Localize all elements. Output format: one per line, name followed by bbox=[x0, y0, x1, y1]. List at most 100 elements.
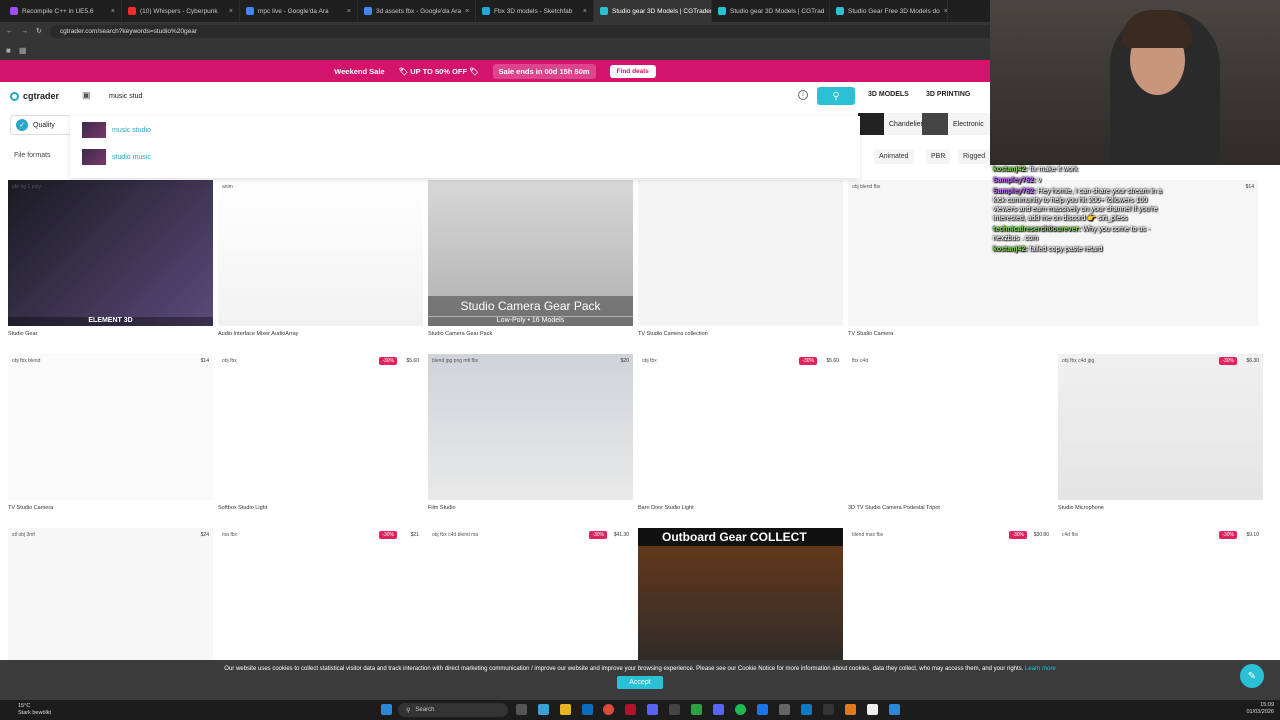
search-input[interactable]: music stud bbox=[80, 86, 825, 106]
category-chip-electronic[interactable]: Electronic bbox=[922, 113, 990, 135]
browser-tab[interactable]: 3d assets fbx - Google'da Ara × bbox=[358, 0, 476, 22]
close-tab-icon[interactable]: × bbox=[583, 8, 587, 15]
product-title[interactable]: 3D TV Studio Camera Podestal Tripot bbox=[848, 505, 1053, 511]
unreal-icon[interactable] bbox=[867, 704, 878, 715]
product-card[interactable]: obj fbx blend $14 TV Studio Camera bbox=[8, 354, 213, 511]
nav-3d-models[interactable]: 3D MODELS bbox=[868, 91, 909, 98]
browser-tab[interactable]: Fbx 3D models - Sketchfab × bbox=[476, 0, 594, 22]
app-icon[interactable] bbox=[691, 704, 702, 715]
tag-rigged[interactable]: Rigged bbox=[958, 149, 990, 164]
app-icon[interactable] bbox=[625, 704, 636, 715]
product-title[interactable]: Studio Camera Gear Pack bbox=[428, 331, 633, 337]
product-thumbnail[interactable]: blend jpg png mtl fbx $20 bbox=[428, 354, 633, 500]
product-thumbnail[interactable]: stl obj 3mf $24 bbox=[8, 528, 213, 674]
discount-badge: -30% bbox=[1219, 531, 1237, 539]
file-explorer-icon[interactable] bbox=[560, 704, 571, 715]
product-thumbnail[interactable]: c4d fbx -30% $9.10 bbox=[1058, 528, 1263, 674]
learn-more-link[interactable]: Learn more bbox=[1025, 666, 1056, 672]
accept-cookies-button[interactable]: Accept bbox=[617, 676, 663, 689]
product-card[interactable]: -30%$35Outboard Gear COLLECT bbox=[638, 528, 843, 679]
close-tab-icon[interactable]: × bbox=[347, 8, 351, 15]
suggestion-item[interactable]: music studio bbox=[82, 122, 151, 138]
search-button[interactable]: ⚲ bbox=[817, 87, 855, 105]
app-icon[interactable] bbox=[779, 704, 790, 715]
category-chip-chandelier[interactable]: Chandelier bbox=[858, 113, 929, 135]
product-card[interactable]: obj fbx c4d blend ma -30% $41.30 bbox=[428, 528, 633, 679]
close-tab-icon[interactable]: × bbox=[944, 8, 947, 15]
browser-tab[interactable]: Studio Gear Free 3D Models do × bbox=[830, 0, 948, 22]
product-thumbnail[interactable] bbox=[638, 180, 843, 326]
product-title[interactable]: TV Studio Camera collection bbox=[638, 331, 843, 337]
close-tab-icon[interactable]: × bbox=[229, 8, 233, 15]
product-card[interactable]: blend max fbx -30% $30.80 bbox=[848, 528, 1053, 679]
app-icon[interactable] bbox=[823, 704, 834, 715]
find-deals-button[interactable]: Find deals bbox=[609, 64, 656, 78]
blender-icon[interactable] bbox=[845, 704, 856, 715]
product-thumbnail[interactable]: Studio Camera Gear Pack Low-Poly • 16 Mod… bbox=[428, 180, 633, 326]
chrome-icon[interactable] bbox=[603, 704, 614, 715]
product-card[interactable]: pbr rig 1 poly ELEMENT 3D Studio Gear bbox=[8, 180, 213, 337]
product-thumbnail[interactable]: anim bbox=[218, 180, 423, 326]
browser-tab[interactable]: (10) Whispers - Cyberpunk × bbox=[122, 0, 240, 22]
app-icon[interactable] bbox=[669, 704, 680, 715]
file-formats-filter[interactable]: File formats bbox=[14, 152, 51, 159]
browser-tab[interactable]: Recompile C++ in UE5.6 × bbox=[4, 0, 122, 22]
close-tab-icon[interactable]: × bbox=[465, 8, 469, 15]
edge-icon[interactable] bbox=[538, 704, 549, 715]
app-icon[interactable] bbox=[889, 704, 900, 715]
product-thumbnail[interactable]: pbr rig 1 poly ELEMENT 3D bbox=[8, 180, 213, 326]
cgtrader-logo[interactable]: cgtrader bbox=[10, 91, 59, 101]
product-title[interactable]: TV Studio Camera bbox=[8, 505, 213, 511]
browser-tab[interactable]: Studio gear 3D Models | CGTrad× bbox=[712, 0, 830, 22]
product-title[interactable]: Softbox Studio Light bbox=[218, 505, 423, 511]
suggestion-item[interactable]: studio music bbox=[82, 149, 151, 165]
forward-icon[interactable]: → bbox=[21, 28, 28, 35]
product-card[interactable]: obj fbx -30% $5.60 Barn Door Studio Light bbox=[638, 354, 843, 511]
weather-widget[interactable]: 15°C Stark bewölkt bbox=[18, 703, 51, 717]
product-thumbnail[interactable]: obj fbx blend $14 bbox=[8, 354, 213, 500]
task-view-icon[interactable] bbox=[516, 704, 527, 715]
app-icon[interactable] bbox=[647, 704, 658, 715]
taskbar-search[interactable]: ⚲ Search bbox=[398, 703, 508, 717]
tag-animated[interactable]: Animated bbox=[874, 149, 914, 164]
reload-icon[interactable]: ↻ bbox=[36, 27, 42, 35]
info-icon[interactable]: i bbox=[798, 90, 808, 100]
product-thumbnail[interactable]: ma fbx -30% $21 bbox=[218, 528, 423, 674]
product-card[interactable]: anim Audio Interface Mixer AudioArray bbox=[218, 180, 423, 337]
product-card[interactable]: stl obj 3mf $24 bbox=[8, 528, 213, 679]
browser-tab[interactable]: Studio gear 3D Models | CGTrader× bbox=[594, 0, 712, 22]
product-thumbnail[interactable]: blend max fbx -30% $30.80 bbox=[848, 528, 1053, 674]
image-search-icon[interactable]: ▣ bbox=[82, 90, 91, 101]
browser-tab[interactable]: mpc live - Google'da Ara × bbox=[240, 0, 358, 22]
product-card[interactable]: TV Studio Camera collection bbox=[638, 180, 843, 337]
discord-icon[interactable] bbox=[713, 704, 724, 715]
quality-filter[interactable]: ✓ Quality bbox=[10, 115, 72, 135]
product-thumbnail[interactable]: obj fbx c4d blend ma -30% $41.30 bbox=[428, 528, 633, 674]
product-title[interactable]: Studio Gear bbox=[8, 331, 213, 337]
spotify-icon[interactable] bbox=[735, 704, 746, 715]
product-thumbnail[interactable]: obj fbx -30% $5.60 bbox=[218, 354, 423, 500]
product-title[interactable]: Audio Interface Mixer AudioArray bbox=[218, 331, 423, 337]
apps-icon[interactable]: ▦ bbox=[19, 46, 27, 55]
support-chat-icon[interactable]: ✎ bbox=[1240, 664, 1264, 688]
start-icon[interactable] bbox=[381, 704, 392, 715]
tag-pbr[interactable]: PBR bbox=[926, 149, 951, 164]
product-card[interactable]: c4d fbx -30% $9.10 bbox=[1058, 528, 1263, 679]
back-icon[interactable]: ← bbox=[6, 28, 13, 35]
product-title[interactable]: Film Studio bbox=[428, 505, 633, 511]
product-title[interactable]: Studio Microphone bbox=[1058, 505, 1263, 511]
product-thumbnail[interactable]: -30%$35Outboard Gear COLLECT bbox=[638, 528, 843, 674]
product-title[interactable]: Barn Door Studio Light bbox=[638, 505, 843, 511]
product-card[interactable]: Studio Camera Gear Pack Low-Poly • 16 Mod… bbox=[428, 180, 633, 337]
app-icon[interactable] bbox=[757, 704, 768, 715]
app-icon[interactable] bbox=[801, 704, 812, 715]
mail-icon[interactable] bbox=[582, 704, 593, 715]
product-card[interactable]: ma fbx -30% $21 bbox=[218, 528, 423, 679]
product-card[interactable]: obj fbx -30% $5.60 Softbox Studio Light bbox=[218, 354, 423, 511]
product-card[interactable]: blend jpg png mtl fbx $20 Film Studio bbox=[428, 354, 633, 511]
close-tab-icon[interactable]: × bbox=[111, 8, 115, 15]
nav-3d-printing[interactable]: 3D PRINTING bbox=[926, 91, 970, 98]
system-clock[interactable]: 15:09 01/03/2026 bbox=[1246, 702, 1274, 716]
product-thumbnail[interactable]: obj fbx -30% $5.60 bbox=[638, 354, 843, 500]
bookmark-icon[interactable]: ■ bbox=[6, 46, 11, 55]
